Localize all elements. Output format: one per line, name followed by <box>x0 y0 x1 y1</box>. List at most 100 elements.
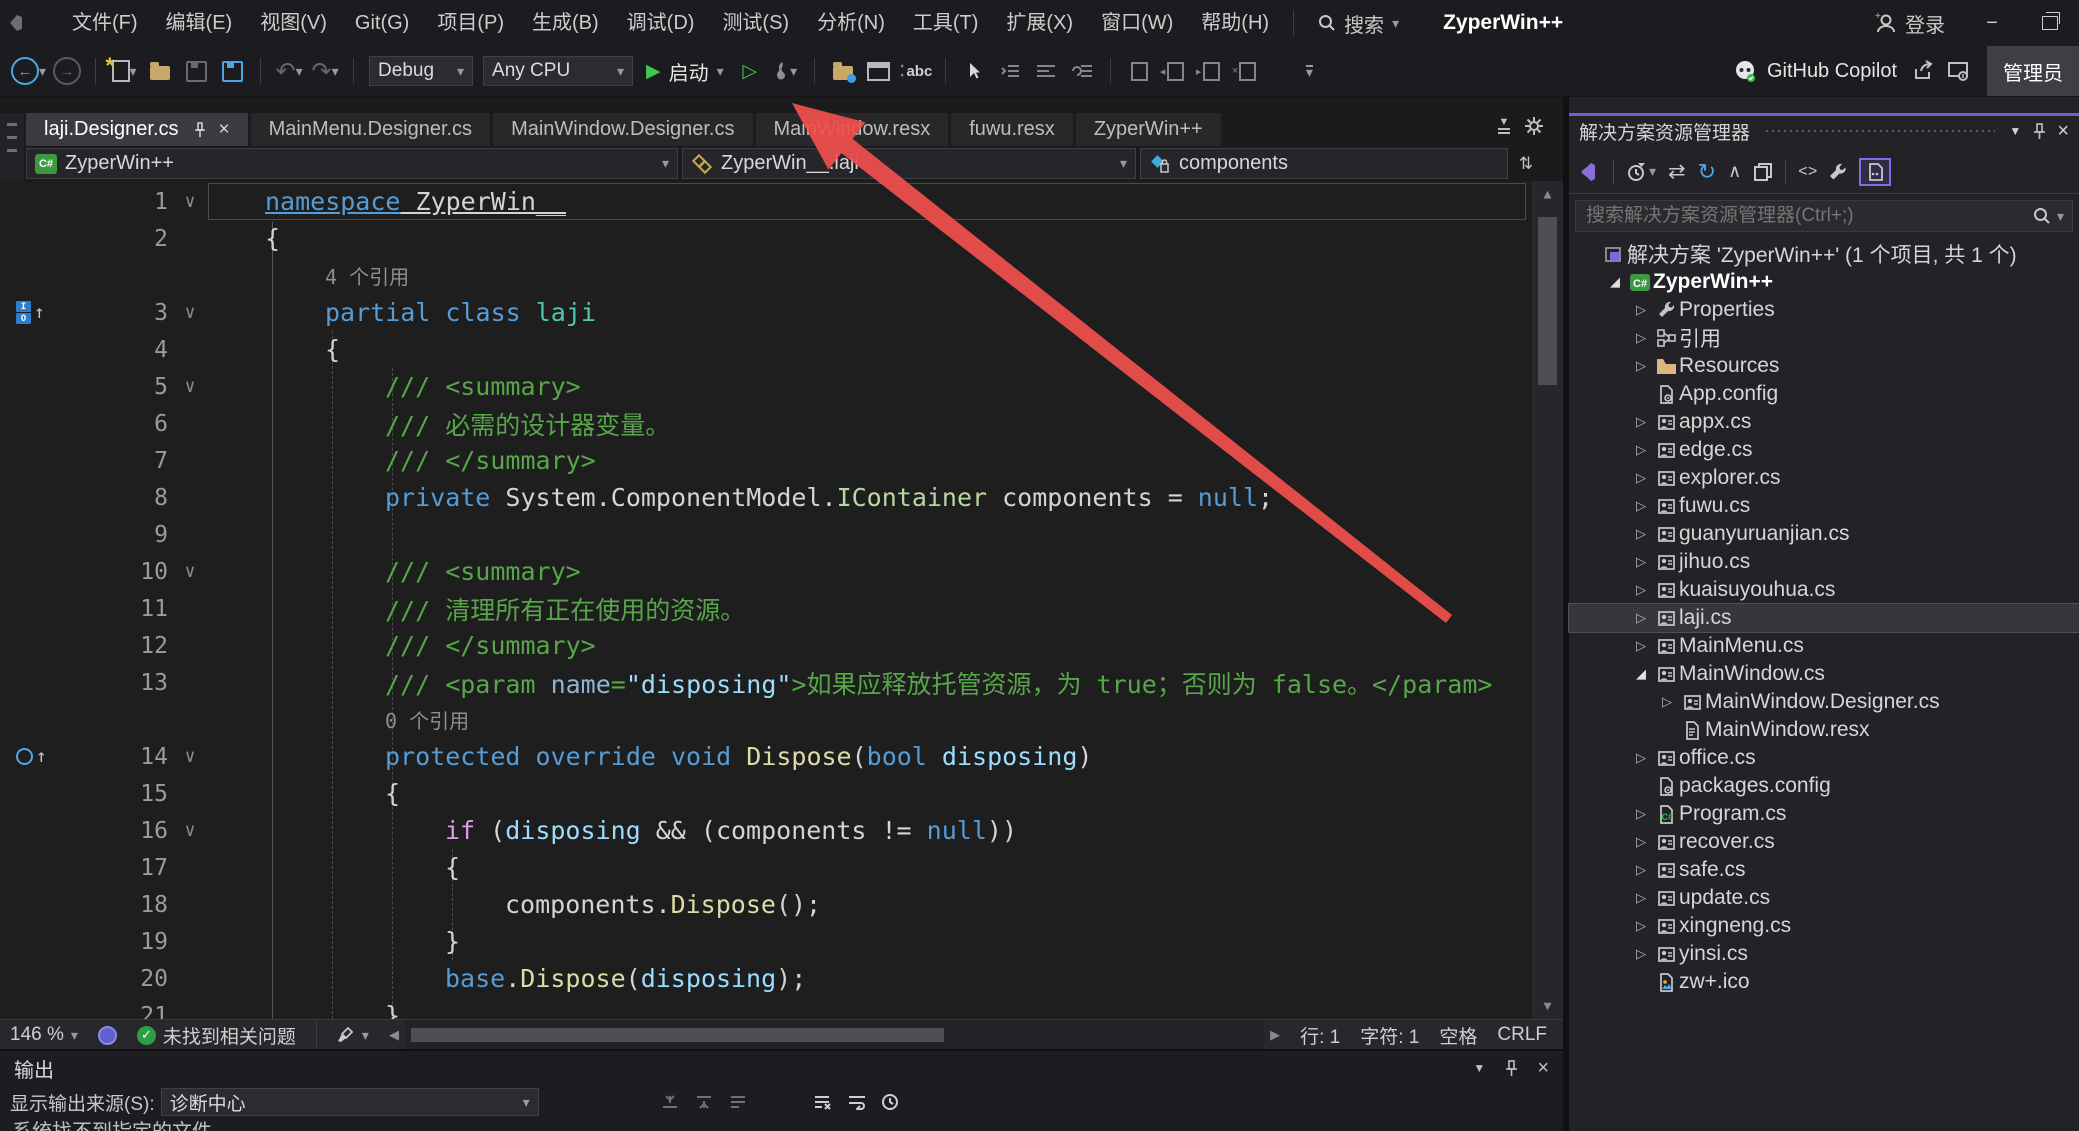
line-ending-indicator[interactable]: CRLF <box>1487 1020 1557 1050</box>
menu-item-12[interactable]: 帮助(H) <box>1187 0 1283 46</box>
tree-item-MainWindow.cs[interactable]: ◢MainWindow.cs <box>1569 660 2079 688</box>
navigate-forward-button[interactable]: → <box>49 54 85 88</box>
preview-window-button[interactable] <box>861 54 897 88</box>
output-source-dropdown[interactable]: 诊断中心 ▾ <box>161 1088 539 1116</box>
active-files-dropdown-icon[interactable]: ▼ <box>1498 119 1510 134</box>
collapsed-arrow-icon[interactable]: ▷ <box>1629 414 1653 430</box>
undo-button[interactable]: ↶▾ <box>271 54 307 88</box>
inherit-glyph-icon[interactable]: IO↑ <box>0 301 96 324</box>
scrollbar-thumb[interactable] <box>411 1028 944 1042</box>
collapse-messages-button[interactable] <box>729 1094 757 1110</box>
tab-fuwu.resx[interactable]: fuwu.resx <box>951 113 1073 146</box>
minimize-button[interactable]: − <box>1963 0 2021 46</box>
format-indent-button[interactable] <box>992 54 1028 88</box>
tree-item-MainMenu.cs[interactable]: ▷MainMenu.cs <box>1569 632 2079 660</box>
tree-item-Program.cs[interactable]: ▷C#Program.cs <box>1569 800 2079 828</box>
collapsed-arrow-icon[interactable]: ▷ <box>1629 806 1653 822</box>
member-dropdown[interactable]: components <box>1140 148 1508 179</box>
solution-explorer-header[interactable]: 解决方案资源管理器 ▼ × <box>1569 116 2079 146</box>
menu-item-4[interactable]: 项目(P) <box>423 0 518 46</box>
comment-lines-button[interactable] <box>1028 54 1064 88</box>
spaces-indicator[interactable]: 空格 <box>1429 1020 1487 1050</box>
collapsed-arrow-icon[interactable]: ▷ <box>1629 918 1653 934</box>
menu-item-5[interactable]: 生成(B) <box>518 0 613 46</box>
search-menu[interactable]: 搜索 ▾ <box>1318 9 1399 38</box>
menu-item-7[interactable]: 测试(S) <box>708 0 803 46</box>
close-icon[interactable]: × <box>1537 1057 1549 1080</box>
tree-item-fuwu.cs[interactable]: ▷fuwu.cs <box>1569 492 2079 520</box>
tree-item-MainWindow.Designer.cs[interactable]: ▷MainWindow.Designer.cs <box>1569 688 2079 716</box>
menu-item-10[interactable]: 扩展(X) <box>992 0 1087 46</box>
tab-laji.Designer.cs[interactable]: laji.Designer.cs× <box>26 113 248 146</box>
solution-search-box[interactable]: ▾ <box>1575 200 2073 232</box>
collapsed-arrow-icon[interactable]: ▷ <box>1655 694 1679 710</box>
solution-search-input[interactable] <box>1584 204 2033 228</box>
line-indicator[interactable]: 行: 1 <box>1290 1020 1350 1050</box>
sync-with-active-document-icon[interactable]: ⇄ <box>1668 159 1686 184</box>
word-wrap-button[interactable] <box>847 1094 875 1110</box>
sign-in-button[interactable]: + 登录 <box>1857 9 1963 38</box>
history-button[interactable] <box>881 1093 909 1111</box>
next-bookmark-button[interactable]: ▸ <box>1193 54 1229 88</box>
tree-item-office.cs[interactable]: ▷office.cs <box>1569 744 2079 772</box>
tab-MainMenu.Designer.cs[interactable]: MainMenu.Designer.cs <box>251 113 490 146</box>
admin-badge[interactable]: 管理员 <box>1987 46 2079 96</box>
toolbar-overflow-button[interactable]: ▾ <box>1291 54 1327 88</box>
extension-status-button[interactable] <box>88 1020 127 1050</box>
scroll-up-icon[interactable]: ▲ <box>1532 181 1563 207</box>
tree-item-explorer.cs[interactable]: ▷explorer.cs <box>1569 464 2079 492</box>
switch-views-icon[interactable] <box>1577 160 1601 184</box>
feedback-button[interactable] <box>1941 54 1977 88</box>
editor-horizontal-scrollbar[interactable]: ◀ ▶ <box>383 1020 1286 1050</box>
collapsed-arrow-icon[interactable]: ▷ <box>1629 358 1653 374</box>
fold-collapse-icon[interactable]: ∨ <box>168 561 212 582</box>
new-file-button[interactable]: ▾ <box>106 54 142 88</box>
refresh-icon[interactable]: ↻ <box>1698 159 1716 185</box>
menu-item-1[interactable]: 编辑(E) <box>152 0 247 46</box>
tree-item-Resources[interactable]: ▷Resources <box>1569 352 2079 380</box>
menu-item-11[interactable]: 窗口(W) <box>1087 0 1187 46</box>
fold-collapse-icon[interactable]: ∨ <box>168 191 212 212</box>
editor-vertical-scrollbar[interactable]: ▲ ▼ <box>1532 181 1563 1019</box>
project-dropdown[interactable]: C# ZyperWin++ ▾ <box>26 148 678 179</box>
prev-message-button[interactable] <box>661 1094 689 1110</box>
collapsed-arrow-icon[interactable]: ▷ <box>1629 750 1653 766</box>
pin-icon[interactable] <box>193 122 207 138</box>
code-editor[interactable]: 1∨namespace ZyperWin__2{4 个引用IO↑3∨partia… <box>0 181 1563 1019</box>
view-code-icon[interactable]: < > <box>1798 163 1815 181</box>
spell-check-button[interactable]: abc <box>897 54 936 88</box>
tree-item-edge.cs[interactable]: ▷edge.cs <box>1569 436 2079 464</box>
tree-item-MainWindow.resx[interactable]: MainWindow.resx <box>1569 716 2079 744</box>
tree-item-yinsi.cs[interactable]: ▷yinsi.cs <box>1569 940 2079 968</box>
char-indicator[interactable]: 字符: 1 <box>1350 1020 1429 1050</box>
show-all-files-icon[interactable] <box>1859 158 1891 186</box>
fold-collapse-icon[interactable]: ∨ <box>168 820 212 841</box>
override-glyph-icon[interactable]: ↑ <box>0 746 96 767</box>
properties-icon[interactable] <box>1753 162 1773 182</box>
chevron-down-icon[interactable]: ▼ <box>2009 124 2021 138</box>
next-message-button[interactable] <box>695 1094 723 1110</box>
collapse-all-icon[interactable]: ∧ <box>1728 161 1741 182</box>
tab-ZyperWin++[interactable]: ZyperWin++ <box>1076 113 1221 146</box>
maximize-button[interactable] <box>2021 0 2079 46</box>
collapsed-arrow-icon[interactable]: ▷ <box>1629 582 1653 598</box>
previous-bookmark-button[interactable]: ◂ <box>1157 54 1193 88</box>
save-button[interactable] <box>178 54 214 88</box>
save-all-button[interactable] <box>214 54 250 88</box>
tree-item-kuaisuyouhua.cs[interactable]: ▷kuaisuyouhua.cs <box>1569 576 2079 604</box>
menu-item-6[interactable]: 调试(D) <box>613 0 709 46</box>
drag-grip[interactable] <box>1764 128 1995 135</box>
tree-item-laji.cs[interactable]: ▷laji.cs <box>1569 604 2079 632</box>
expanded-arrow-icon[interactable]: ◢ <box>1629 666 1653 682</box>
menu-item-0[interactable]: 文件(F) <box>58 0 152 46</box>
menu-item-3[interactable]: Git(G) <box>341 0 423 46</box>
tree-item-Properties[interactable]: ▷Properties <box>1569 296 2079 324</box>
document-health-indicator[interactable]: ✓ 未找到相关问题 <box>127 1020 306 1050</box>
tree-item-safe.cs[interactable]: ▷safe.cs <box>1569 856 2079 884</box>
menu-item-9[interactable]: 工具(T) <box>899 0 993 46</box>
close-icon[interactable]: × <box>2057 120 2069 143</box>
scrollbar-track[interactable] <box>405 1020 1264 1050</box>
codelens-references[interactable]: 4 个引用 <box>325 265 409 289</box>
tree-item-zw+.ico[interactable]: zw+.ico <box>1569 968 2079 996</box>
tab-MainWindow.resx[interactable]: MainWindow.resx <box>756 113 949 146</box>
